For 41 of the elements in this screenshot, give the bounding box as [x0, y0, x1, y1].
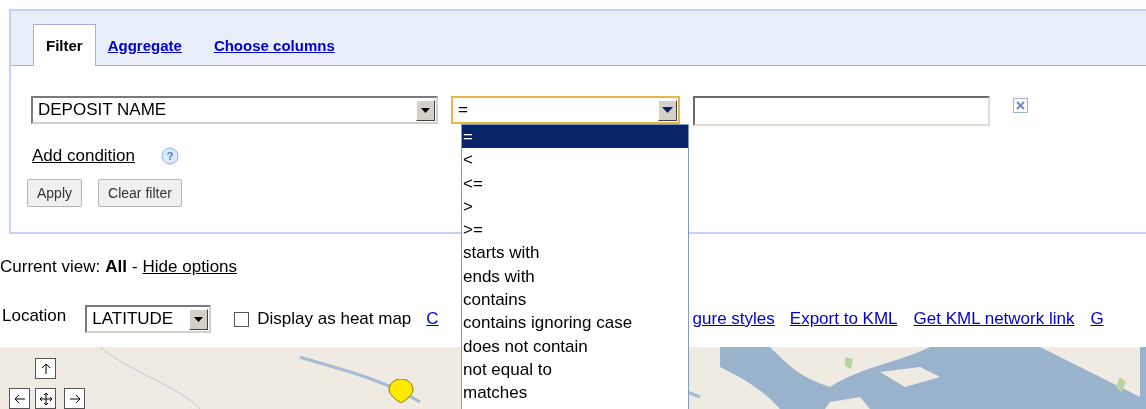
dropdown-option[interactable]: does not contain: [462, 334, 688, 358]
clear-filter-button[interactable]: Clear filter: [98, 179, 182, 207]
current-view-label: Current view:: [0, 257, 101, 277]
dropdown-option[interactable]: <: [462, 148, 688, 172]
export-kml-link[interactable]: Export to KML: [789, 309, 898, 329]
pan-left-icon[interactable]: [9, 388, 30, 409]
dropdown-option[interactable]: not equal to: [462, 357, 688, 382]
apply-button[interactable]: Apply: [27, 179, 83, 207]
pan-center-icon[interactable]: [35, 388, 56, 409]
add-condition-link[interactable]: Add condition: [32, 146, 136, 166]
tab[interactable]: Filter: [33, 24, 96, 66]
dropdown-option[interactable]: =: [462, 125, 688, 149]
location-select[interactable]: LATITUDE: [85, 305, 212, 333]
dropdown-option[interactable]: contains ignoring case: [462, 311, 688, 335]
location-label: Location: [2, 306, 67, 326]
dropdown-option[interactable]: contains: [462, 288, 688, 312]
kml-network-link[interactable]: Get KML network link: [913, 309, 1075, 329]
heat-map-label: Display as heat map: [257, 309, 412, 329]
dropdown-option[interactable]: ends with: [462, 264, 688, 289]
dropdown-option[interactable]: matches: [462, 381, 688, 405]
column-select[interactable]: DEPOSIT NAME: [31, 96, 438, 124]
separator: -: [131, 257, 138, 277]
dropdown-option[interactable]: <=: [462, 171, 688, 195]
pan-right-icon[interactable]: [64, 388, 85, 409]
current-view-value: All: [105, 257, 127, 277]
heat-map-checkbox[interactable]: [234, 311, 250, 327]
tab[interactable]: Choose columns: [205, 25, 343, 65]
dropdown-option[interactable]: >=: [462, 218, 688, 242]
help-glyph: ?: [166, 150, 174, 162]
map-marker-icon: [388, 379, 414, 403]
close-icon[interactable]: [1013, 98, 1028, 113]
pan-up-icon[interactable]: [35, 358, 56, 379]
operator-select[interactable]: =: [451, 96, 680, 124]
configure-styles-link[interactable]: gure styles: [692, 309, 775, 329]
value-input-field[interactable]: [693, 96, 990, 126]
dropdown-option[interactable]: >: [462, 194, 688, 219]
truncated-link[interactable]: G: [1090, 309, 1104, 329]
dropdown-option[interactable]: starts with: [462, 241, 688, 265]
configure-styles-link[interactable]: C: [426, 309, 439, 329]
hide-options-link[interactable]: Hide options: [142, 257, 238, 277]
tab[interactable]: Aggregate: [99, 25, 190, 65]
